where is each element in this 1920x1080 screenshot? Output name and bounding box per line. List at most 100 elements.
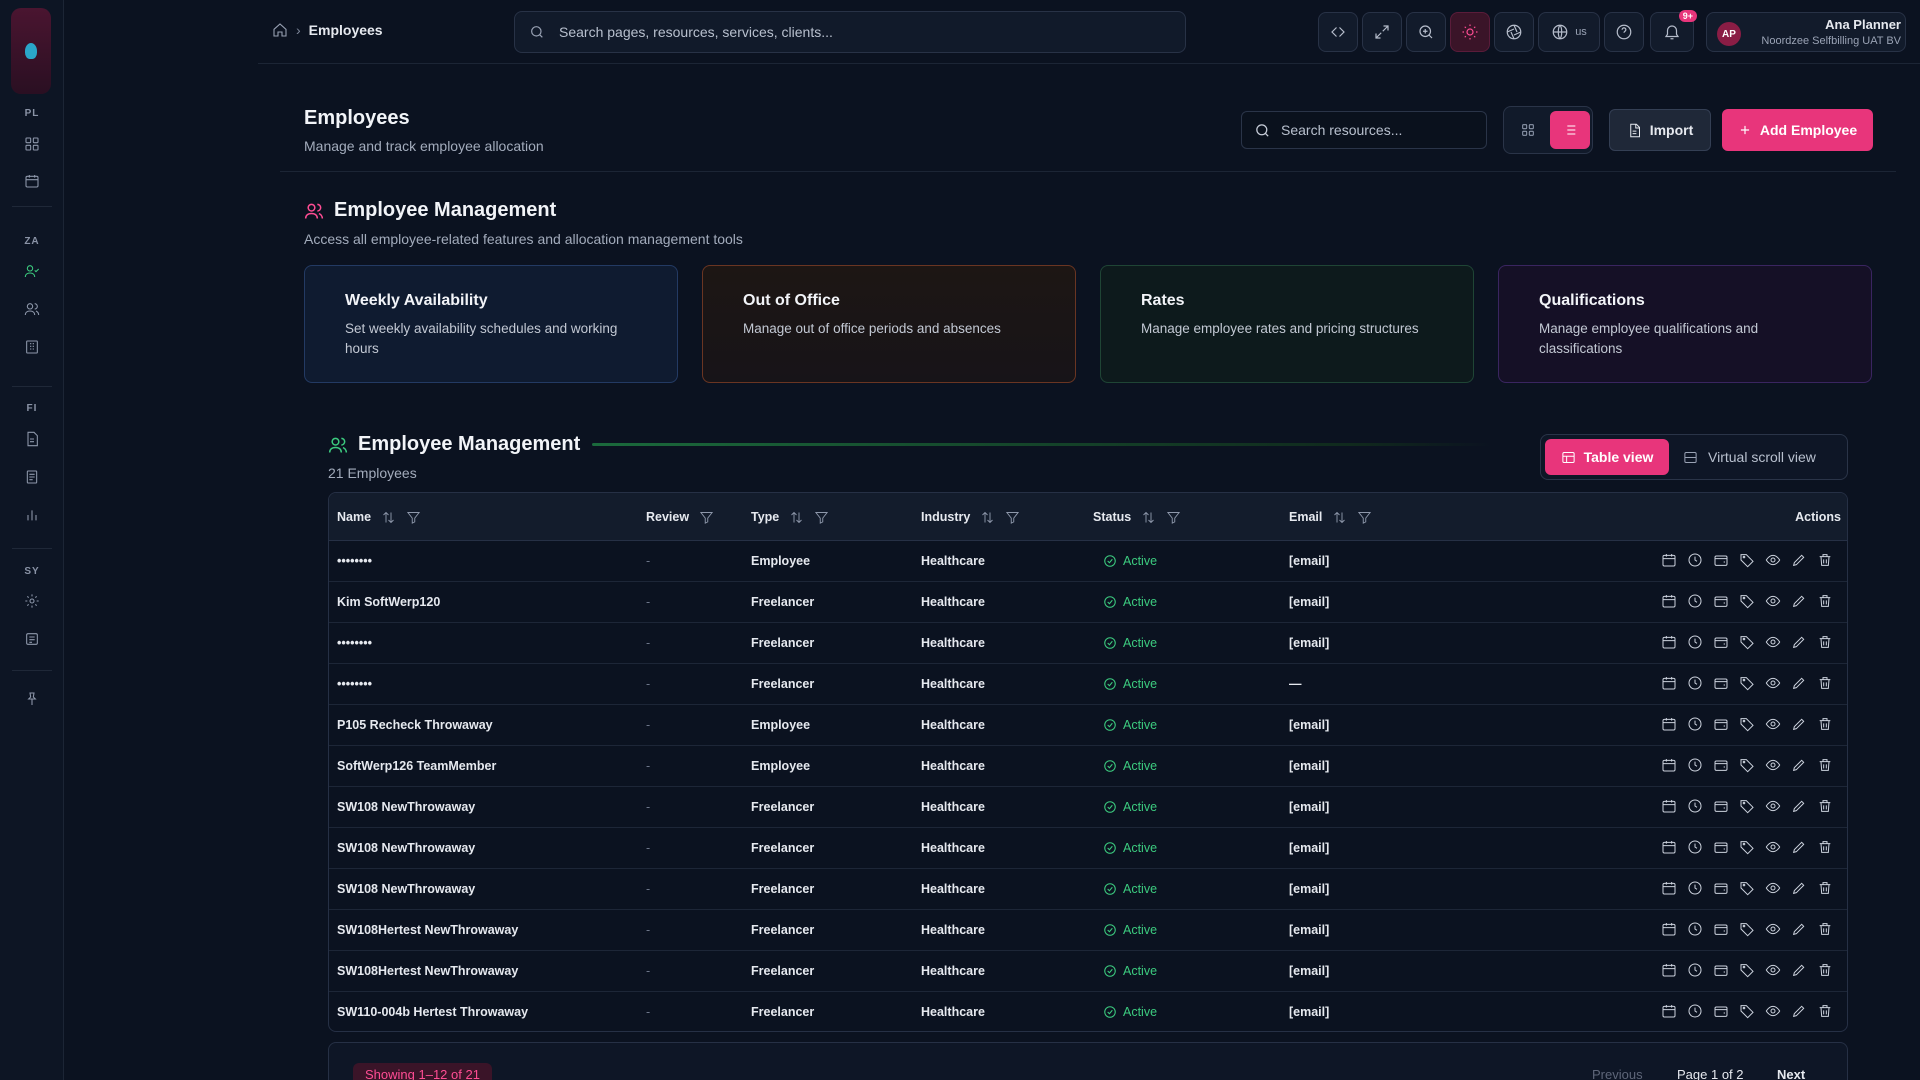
sort-icon[interactable] xyxy=(1141,510,1156,525)
next-button[interactable]: Next xyxy=(1777,1067,1805,1080)
wallet-icon[interactable] xyxy=(1713,839,1729,855)
add-employee-button[interactable]: Add Employee xyxy=(1722,109,1873,151)
eye-icon[interactable] xyxy=(1765,675,1781,691)
edit-icon[interactable] xyxy=(1791,552,1807,568)
clock-icon[interactable] xyxy=(1687,675,1703,691)
filter-icon[interactable] xyxy=(814,510,829,525)
trash-icon[interactable] xyxy=(1817,798,1833,814)
tag-icon[interactable] xyxy=(1739,634,1755,650)
calendar-icon[interactable] xyxy=(1661,921,1677,937)
clock-icon[interactable] xyxy=(1687,716,1703,732)
eye-icon[interactable] xyxy=(1765,798,1781,814)
cell-name[interactable]: SW110-004b Hertest Throwaway xyxy=(337,992,528,1031)
trash-icon[interactable] xyxy=(1817,675,1833,691)
table-row[interactable]: SW108 NewThrowaway - Freelancer Healthcare A… xyxy=(329,787,1847,828)
trash-icon[interactable] xyxy=(1817,962,1833,978)
cell-name[interactable]: SoftWerp126 TeamMember xyxy=(337,746,496,786)
calendar-icon[interactable] xyxy=(1661,757,1677,773)
wallet-icon[interactable] xyxy=(1713,716,1729,732)
table-view-button[interactable]: Table view xyxy=(1545,439,1669,475)
clock-icon[interactable] xyxy=(1687,839,1703,855)
table-row[interactable]: SW108 NewThrowaway - Freelancer Healthcare A… xyxy=(329,869,1847,910)
eye-icon[interactable] xyxy=(1765,1003,1781,1019)
tag-icon[interactable] xyxy=(1739,757,1755,773)
app-logo[interactable] xyxy=(11,8,51,94)
users-icon[interactable] xyxy=(23,300,41,318)
cell-name[interactable]: Kim SoftWerp120 xyxy=(337,582,440,622)
wallet-icon[interactable] xyxy=(1713,593,1729,609)
trash-icon[interactable] xyxy=(1817,921,1833,937)
language-button[interactable]: us xyxy=(1538,12,1600,52)
wallet-icon[interactable] xyxy=(1713,634,1729,650)
user-menu[interactable]: AP Ana Planner Noordzee Selfbilling UAT … xyxy=(1706,12,1906,52)
wallet-icon[interactable] xyxy=(1713,962,1729,978)
clock-icon[interactable] xyxy=(1687,880,1703,896)
edit-icon[interactable] xyxy=(1791,593,1807,609)
cell-name[interactable]: SW108Hertest NewThrowaway xyxy=(337,951,518,991)
theme-toggle-button[interactable] xyxy=(1450,12,1490,52)
calendar-icon[interactable] xyxy=(1661,634,1677,650)
tag-icon[interactable] xyxy=(1739,593,1755,609)
wallet-icon[interactable] xyxy=(1713,675,1729,691)
table-row[interactable]: •••••••• - Freelancer Healthcare Active [emai… xyxy=(329,623,1847,664)
grid-view-button[interactable] xyxy=(1508,111,1548,149)
table-row[interactable]: SW108Hertest NewThrowaway - Freelancer Heal… xyxy=(329,951,1847,992)
tag-icon[interactable] xyxy=(1739,921,1755,937)
table-row[interactable]: Kim SoftWerp120 - Freelancer Healthcare Acti… xyxy=(329,582,1847,623)
filter-icon[interactable] xyxy=(1166,510,1181,525)
trash-icon[interactable] xyxy=(1817,716,1833,732)
tag-icon[interactable] xyxy=(1739,675,1755,691)
tag-icon[interactable] xyxy=(1739,1003,1755,1019)
eye-icon[interactable] xyxy=(1765,552,1781,568)
sort-icon[interactable] xyxy=(980,510,995,525)
calendar-icon[interactable] xyxy=(1661,675,1677,691)
eye-icon[interactable] xyxy=(1765,921,1781,937)
zoom-button[interactable] xyxy=(1406,12,1446,52)
trash-icon[interactable] xyxy=(1817,880,1833,896)
table-row[interactable]: •••••••• - Employee Healthcare Active [email] xyxy=(329,541,1847,582)
edit-icon[interactable] xyxy=(1791,962,1807,978)
tag-icon[interactable] xyxy=(1739,880,1755,896)
dashboard-icon[interactable] xyxy=(23,135,41,153)
clock-icon[interactable] xyxy=(1687,552,1703,568)
edit-icon[interactable] xyxy=(1791,634,1807,650)
clock-icon[interactable] xyxy=(1687,921,1703,937)
eye-icon[interactable] xyxy=(1765,634,1781,650)
calendar-icon[interactable] xyxy=(1661,552,1677,568)
trash-icon[interactable] xyxy=(1817,593,1833,609)
tag-icon[interactable] xyxy=(1739,962,1755,978)
tag-icon[interactable] xyxy=(1739,552,1755,568)
wallet-icon[interactable] xyxy=(1713,552,1729,568)
edit-icon[interactable] xyxy=(1791,798,1807,814)
building-icon[interactable] xyxy=(23,338,41,356)
table-row[interactable]: SW110-004b Hertest Throwaway - Freelancer H… xyxy=(329,992,1847,1031)
log-icon[interactable] xyxy=(23,630,41,648)
clock-icon[interactable] xyxy=(1687,634,1703,650)
weekly-availability-card[interactable]: Weekly Availability Set weekly availabili… xyxy=(304,265,678,383)
breadcrumb-current[interactable]: Employees xyxy=(309,22,383,38)
help-button[interactable] xyxy=(1604,12,1644,52)
trash-icon[interactable] xyxy=(1817,839,1833,855)
trash-icon[interactable] xyxy=(1817,1003,1833,1019)
edit-icon[interactable] xyxy=(1791,1003,1807,1019)
collapse-button[interactable] xyxy=(1318,12,1358,52)
wallet-icon[interactable] xyxy=(1713,921,1729,937)
table-row[interactable]: P105 Recheck Throwaway - Employee Healthcar… xyxy=(329,705,1847,746)
filter-icon[interactable] xyxy=(406,510,421,525)
clock-icon[interactable] xyxy=(1687,1003,1703,1019)
edit-icon[interactable] xyxy=(1791,757,1807,773)
wallet-icon[interactable] xyxy=(1713,880,1729,896)
cell-name[interactable]: •••••••• xyxy=(337,664,372,704)
list-view-button[interactable] xyxy=(1550,111,1590,149)
palette-button[interactable] xyxy=(1494,12,1534,52)
cell-name[interactable]: SW108 NewThrowaway xyxy=(337,787,475,827)
eye-icon[interactable] xyxy=(1765,962,1781,978)
trash-icon[interactable] xyxy=(1817,757,1833,773)
tag-icon[interactable] xyxy=(1739,716,1755,732)
eye-icon[interactable] xyxy=(1765,593,1781,609)
trash-icon[interactable] xyxy=(1817,634,1833,650)
calendar-icon[interactable] xyxy=(1661,839,1677,855)
settings-icon[interactable] xyxy=(23,592,41,610)
employee-icon[interactable] xyxy=(23,262,41,280)
calendar-icon[interactable] xyxy=(1661,1003,1677,1019)
